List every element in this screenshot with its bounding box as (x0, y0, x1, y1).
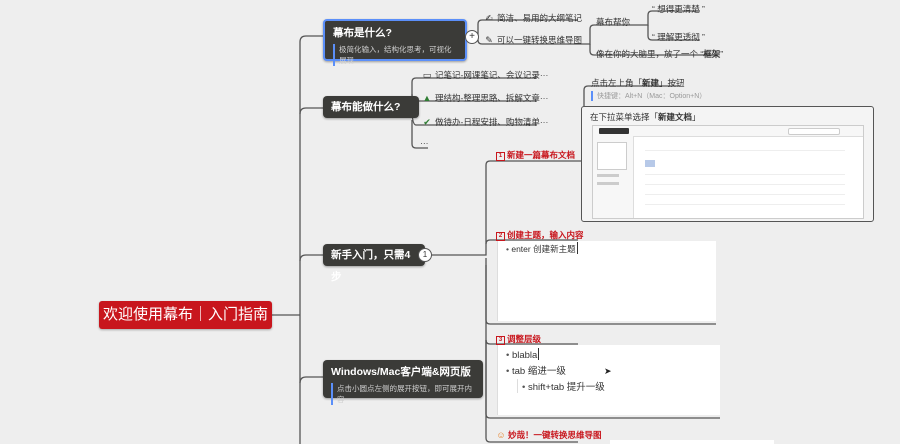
step3-bullet-1[interactable]: blabla (506, 348, 540, 361)
tree-icon: ▲ (422, 93, 432, 103)
mouse-pointer-icon: ➤ (604, 366, 612, 376)
leaf-framework[interactable]: 像在你的大脑里，放了一个 “框架” (596, 48, 723, 60)
step3-bullet-2[interactable]: tab 缩进一级 (506, 363, 566, 377)
topic-what-can-do[interactable]: 幕布能做什么? (323, 96, 419, 118)
monitor-icon: ▭ (422, 70, 432, 80)
leaf-help-clear[interactable]: “ 想得更清楚 ” (652, 3, 705, 15)
topic-clients[interactable]: Windows/Mac客户端&网页版 点击小圆点左侧的展开按钮，即可展开内容 (323, 360, 483, 405)
text-cursor (538, 348, 540, 360)
mini-app-preview (592, 125, 864, 219)
step3-title[interactable]: 3 调整层级 (496, 333, 541, 345)
step2-title[interactable]: 2 创建主题，输入内容 (496, 229, 584, 241)
leaf-help-deep[interactable]: “ 理解更透彻 ” (652, 31, 705, 43)
topic-title: 幕布是什么? (333, 27, 392, 39)
leaf-todo[interactable]: ✔ 做待办-日程安排、购物清单··· (422, 116, 548, 128)
expand-count-button[interactable]: 1 (418, 248, 432, 262)
pencil-icon: ✍ (485, 13, 493, 23)
step2-bullet[interactable]: enter 创建新主题 (506, 242, 578, 255)
leaf-structure[interactable]: ▲ 理结构-整理思路、拆解文章··· (422, 92, 549, 104)
root-topic[interactable]: 欢迎使用幕布｜入门指南 (99, 301, 272, 329)
text-cursor (576, 242, 578, 254)
new-doc-screenshot: 在下拉菜单选择「新建文档」 (581, 106, 874, 222)
check-icon: ✔ (423, 117, 431, 127)
step4-title[interactable]: ☺ 妙哉！一键转换思维导图 (496, 429, 601, 441)
topic-note: 极简化输入，结构化思考，可视化展现 (333, 44, 457, 66)
step2-editor-panel: enter 创建新主题 (497, 241, 716, 321)
step1-hint[interactable]: 点击左上角「新建」按钮 (591, 77, 685, 89)
pencil-icon: ✎ (485, 35, 493, 45)
step1-sub: 在下拉菜单选择「新建文档」 (590, 112, 701, 122)
step3-bullet-3[interactable]: shift+tab 提升一级 (517, 379, 605, 393)
leaf-take-notes[interactable]: ▭ 记笔记-网课笔记、会议记录··· (422, 69, 549, 81)
topic-title: Windows/Mac客户端&网页版 (331, 366, 471, 378)
topic-getting-started[interactable]: 新手入门，只需4步 (323, 244, 425, 283)
step3-editor-panel: blabla tab 缩进一级 shift+tab 提升一级 ➤ (497, 345, 720, 415)
leaf-help-label[interactable]: 幕布帮你 (596, 16, 630, 28)
topic-what-is[interactable]: 幕布是什么? 极简化输入，结构化思考，可视化展现 (323, 19, 467, 66)
emoji-icon: ☺ (496, 430, 506, 440)
leaf-convert-mindmap[interactable]: ✎ 可以一键转换思维导图 (484, 34, 582, 46)
step1-title[interactable]: 1 新建一篇幕布文档 (496, 149, 575, 161)
collapse-button[interactable]: + (465, 30, 479, 44)
step1-shortcut: 快捷键：Alt+N（Mac：Option+N） (591, 91, 706, 101)
leaf-more[interactable]: ··· (420, 138, 429, 148)
leaf-outline-notes[interactable]: ✍ 简洁、易用的大纲笔记 (484, 12, 582, 24)
step4-panel (610, 440, 774, 444)
topic-note: 点击小圆点左侧的展开按钮，即可展开内容 (331, 383, 475, 405)
